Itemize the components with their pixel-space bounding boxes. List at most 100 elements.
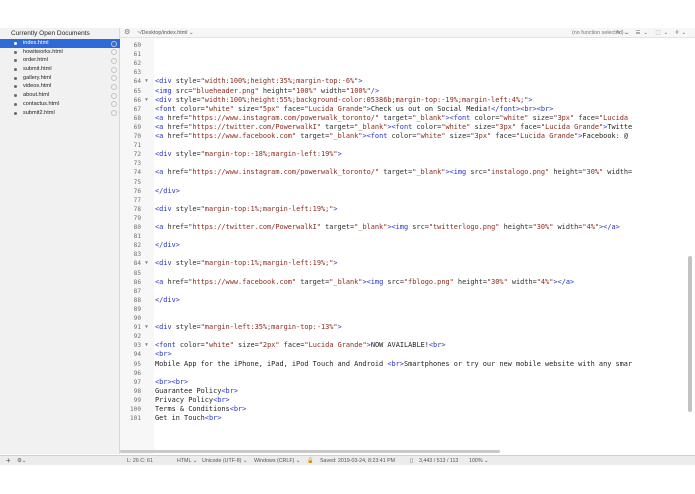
code-line[interactable]: 62: [120, 59, 695, 68]
code-line[interactable]: 70 <a href="https://www.facebook.com" tar…: [120, 132, 695, 141]
code-text: <div style="width:100%;height:35%;margin…: [155, 77, 362, 86]
language-menu[interactable]: HTML ⌄: [177, 456, 197, 466]
code-line[interactable]: 80 <a href="https://twitter.com/Powerwalk…: [120, 223, 695, 232]
toolbar-icons[interactable]: ✎⌄ ☰⌄ ⬚⌄ #⌄: [616, 28, 689, 38]
close-document-icon[interactable]: [111, 66, 117, 73]
close-document-icon[interactable]: [111, 92, 117, 99]
file-name: contactus.html: [23, 100, 60, 107]
code-line[interactable]: 81: [120, 232, 695, 241]
editor-navigation-bar: ⚙ ~/Desktop/index.html ⌄ (no function se…: [120, 28, 695, 38]
fold-toggle-icon[interactable]: ▼: [145, 77, 148, 86]
code-token: href=: [167, 223, 189, 231]
line-endings-menu[interactable]: Windows (CRLF) ⌄: [254, 456, 300, 466]
code-line[interactable]: 78 <div style="margin-top:1%;margin-left:…: [120, 205, 695, 214]
code-line[interactable]: 73: [120, 159, 695, 168]
code-line[interactable]: 82 </div>: [120, 241, 695, 250]
code-token: <a: [155, 168, 168, 177]
code-line[interactable]: 93 ▼ <font color="white" size="2px" face="…: [120, 341, 695, 350]
code-line[interactable]: 95 Mobile App for the iPhone, iPad, iPod …: [120, 360, 695, 369]
file-item[interactable]: submit.html: [0, 65, 120, 74]
code-line[interactable]: 99 Privacy Policy<br>: [120, 396, 695, 405]
file-item[interactable]: index.html: [0, 39, 120, 48]
close-document-icon[interactable]: [111, 101, 117, 108]
file-item[interactable]: order.html: [0, 56, 120, 65]
line-number: 74: [133, 169, 141, 177]
code-line[interactable]: 94 <br>: [120, 350, 695, 359]
zoom-menu[interactable]: 100% ⌄: [469, 456, 488, 466]
horizontal-scrollbar[interactable]: [120, 450, 500, 453]
line-number: 89: [133, 305, 141, 313]
code-line[interactable]: 67 <font color="white" size="5px" face="L…: [120, 105, 695, 114]
code-text: </div>: [155, 296, 180, 305]
code-line[interactable]: 96: [120, 369, 695, 378]
code-line[interactable]: 88 </div>: [120, 296, 695, 305]
code-line[interactable]: 90: [120, 314, 695, 323]
encoding-menu[interactable]: Unicode (UTF-8) ⌄: [202, 456, 247, 466]
close-document-icon[interactable]: [111, 84, 117, 91]
code-line[interactable]: 66 ▼ <div style="width:100%;height:55%;bac…: [120, 96, 695, 105]
code-line[interactable]: 72 <div style="margin-top:-18%;margin-lef…: [120, 150, 695, 159]
code-token: </div>: [155, 241, 180, 250]
code-line[interactable]: 63: [120, 68, 695, 77]
code-line[interactable]: 61: [120, 50, 695, 59]
line-number: 79: [133, 214, 141, 222]
file-name: videos.html: [23, 83, 52, 90]
cursor-position[interactable]: L: 26 C: 61: [127, 456, 153, 466]
close-document-icon[interactable]: [111, 75, 117, 82]
code-token: Facebook: @: [582, 132, 629, 140]
lock-icon[interactable]: 🔓: [307, 456, 314, 466]
code-line[interactable]: 92: [120, 332, 695, 341]
fold-toggle-icon[interactable]: ▼: [145, 323, 148, 332]
code-line[interactable]: 100 Terms & Conditions<br>: [120, 405, 695, 414]
file-item[interactable]: howitworks.html: [0, 48, 120, 57]
code-line[interactable]: 85: [120, 269, 695, 278]
fold-toggle-icon[interactable]: ▼: [145, 96, 148, 105]
line-number: 88: [133, 296, 141, 304]
code-line[interactable]: 89: [120, 305, 695, 314]
code-text: <font color="white" size="5px" face="Luc…: [155, 105, 553, 114]
document-stats[interactable]: 3,443 / 513 / 113: [419, 456, 458, 466]
code-line[interactable]: 65 <img src="blueheader.png" height="100%…: [120, 87, 695, 96]
code-line[interactable]: 91 ▼ <div style="margin-left:35%;margin-to…: [120, 323, 695, 332]
close-document-icon[interactable]: [111, 57, 117, 64]
code-line[interactable]: 76 </div>: [120, 187, 695, 196]
close-document-icon[interactable]: [111, 40, 117, 47]
file-item[interactable]: about.html: [0, 91, 120, 100]
code-line[interactable]: 83: [120, 250, 695, 259]
code-line[interactable]: 74 <a href="https://www.instagram.com/pow…: [120, 168, 695, 177]
code-token: <br>: [221, 386, 238, 395]
gear-icon[interactable]: ⚙⌄: [17, 456, 26, 466]
file-item[interactable]: videos.html: [0, 82, 120, 91]
code-line[interactable]: 97 <br><br>: [120, 378, 695, 387]
fold-toggle-icon[interactable]: ▼: [145, 259, 148, 268]
code-token: "Lucida Grande": [540, 122, 604, 131]
file-item[interactable]: contactus.html: [0, 100, 120, 109]
line-number: 68: [133, 114, 141, 122]
code-line[interactable]: 84 ▼ <div style="margin-top:1%;margin-left…: [120, 259, 695, 268]
line-number: 60: [133, 42, 141, 49]
code-line[interactable]: 75: [120, 178, 695, 187]
code-line[interactable]: 71: [120, 141, 695, 150]
code-line[interactable]: 64 ▼ <div style="width:100%;height:35%;mar…: [120, 77, 695, 86]
code-line[interactable]: 86 <a href="https://www.facebook.com" tar…: [120, 278, 695, 287]
code-line[interactable]: 69 <a href="https://twitter.com/Powerwalk…: [120, 123, 695, 132]
file-path-menu[interactable]: ~/Desktop/index.html ⌄: [137, 28, 194, 38]
fold-toggle-icon[interactable]: ▼: [145, 341, 148, 350]
code-token: height=: [503, 223, 533, 231]
file-item[interactable]: submit2.html: [0, 109, 120, 118]
close-document-icon[interactable]: [111, 110, 117, 117]
code-line[interactable]: 77: [120, 196, 695, 205]
code-line[interactable]: 68 <a href="https://www.instagram.com/pow…: [120, 114, 695, 123]
file-item[interactable]: gallery.html: [0, 74, 120, 83]
gear-icon[interactable]: ⚙: [124, 28, 130, 38]
code-line[interactable]: 79: [120, 214, 695, 223]
code-line[interactable]: 87: [120, 287, 695, 296]
code-line[interactable]: 98 Guarantee Policy<br>: [120, 387, 695, 396]
add-button[interactable]: +: [6, 456, 11, 466]
code-line[interactable]: 101 Get in Touch<br>: [120, 414, 695, 423]
line-number: 97: [133, 378, 141, 386]
close-document-icon[interactable]: [111, 49, 117, 56]
code-editor[interactable]: 60 61 62 63 64 ▼ <div style="width:100%;height…: [120, 38, 695, 454]
vertical-scrollbar[interactable]: [688, 256, 692, 412]
code-line[interactable]: 60: [120, 41, 695, 50]
